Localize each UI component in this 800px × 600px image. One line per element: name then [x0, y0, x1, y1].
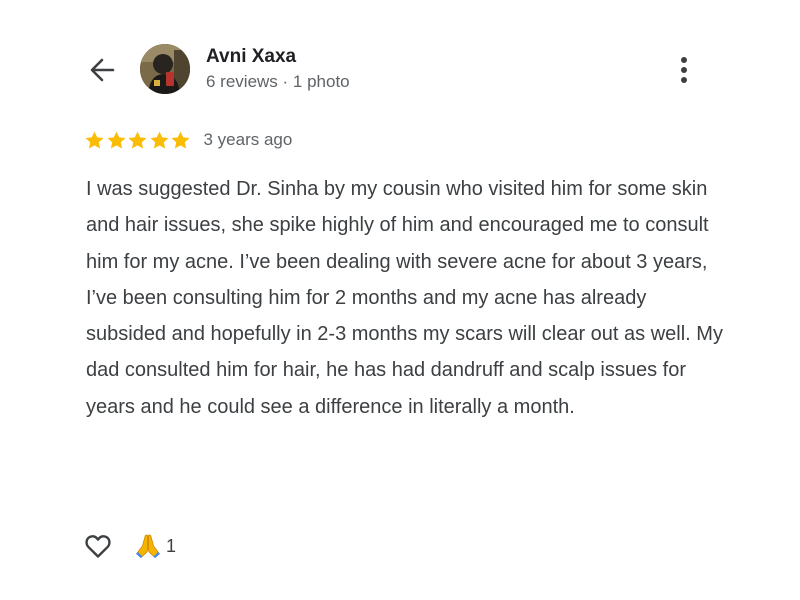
back-button[interactable] — [86, 54, 118, 86]
star-icon — [171, 131, 190, 149]
star-rating — [84, 130, 192, 151]
star-icon — [106, 131, 126, 149]
review-text: I was suggested Dr. Sinha by my cousin w… — [86, 178, 723, 418]
avatar-photo — [140, 44, 190, 94]
star-icon — [128, 131, 147, 149]
star-icon — [149, 131, 169, 149]
folded-hands-icon — [136, 534, 160, 558]
more-vert-icon — [681, 57, 687, 83]
like-button[interactable] — [84, 532, 112, 560]
review-header: Avni Xaxa 6 reviews · 1 photo — [0, 0, 800, 110]
reaction-count: 1 — [166, 535, 177, 556]
review-actions: 1 — [84, 530, 176, 562]
author-name[interactable]: Avni Xaxa — [206, 46, 296, 68]
heart-outline-icon — [85, 535, 111, 558]
avatar[interactable] — [140, 44, 190, 94]
rating-row: 3 years ago — [84, 128, 292, 152]
more-options-button[interactable] — [670, 54, 698, 86]
arrow-back-icon — [90, 58, 115, 82]
review-age: 3 years ago — [203, 130, 293, 149]
author-meta: 6 reviews · 1 photo — [206, 72, 350, 91]
reaction-chip[interactable]: 1 — [134, 533, 176, 559]
star-icon — [85, 131, 104, 149]
